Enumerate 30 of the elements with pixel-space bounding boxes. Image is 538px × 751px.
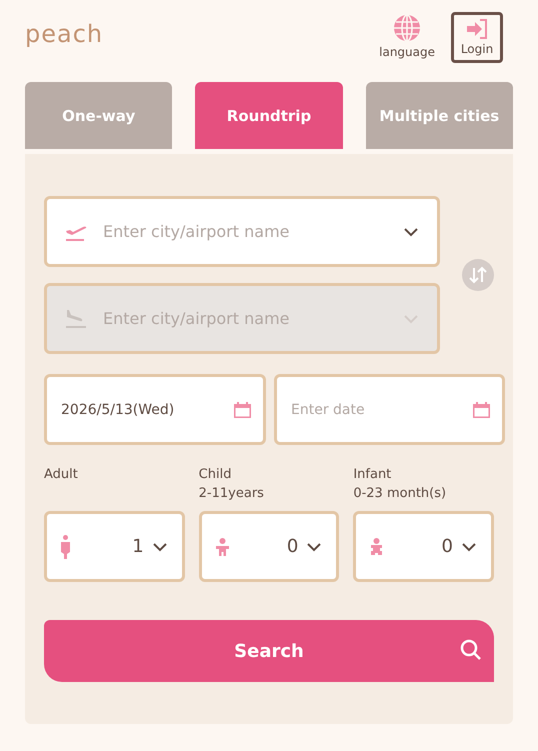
calendar-icon — [234, 402, 251, 418]
date-input[interactable]: 2026/5/13(Wed) — [59, 400, 228, 418]
trip-type-tab[interactable]: Roundtrip — [195, 82, 343, 149]
swap-button[interactable] — [462, 259, 494, 291]
age-range-label: 0-23 month(s) — [353, 486, 448, 501]
passenger-label: Child — [198, 467, 232, 482]
chevron-down-icon — [306, 542, 322, 552]
chevron-down-icon — [152, 542, 168, 552]
chevron-down-icon — [403, 226, 419, 236]
login-icon — [466, 19, 488, 39]
swap-icon — [469, 266, 487, 284]
chevron-down-icon — [461, 542, 477, 552]
passenger-count-select[interactable]: 0 — [353, 511, 494, 582]
passenger-label: Infant — [353, 467, 392, 482]
login-button[interactable]: Login — [451, 12, 503, 63]
passenger-count-select[interactable]: 0 — [198, 511, 340, 582]
age-range-label: 2-11years — [198, 486, 265, 501]
search-button[interactable]: Search — [44, 620, 494, 682]
date-input[interactable]: Enter date — [289, 400, 467, 418]
calendar-icon — [473, 402, 490, 418]
globe-icon — [393, 14, 422, 42]
baby-icon — [370, 538, 384, 556]
chevron-down-icon — [403, 314, 419, 324]
passenger-count-select[interactable]: 1 — [44, 511, 185, 582]
passenger-label: Adult — [44, 467, 79, 482]
landing-icon — [65, 308, 87, 328]
adult-icon — [61, 534, 70, 558]
child-icon — [216, 538, 229, 556]
language-button[interactable]: language — [379, 12, 435, 61]
search-icon — [460, 639, 482, 661]
